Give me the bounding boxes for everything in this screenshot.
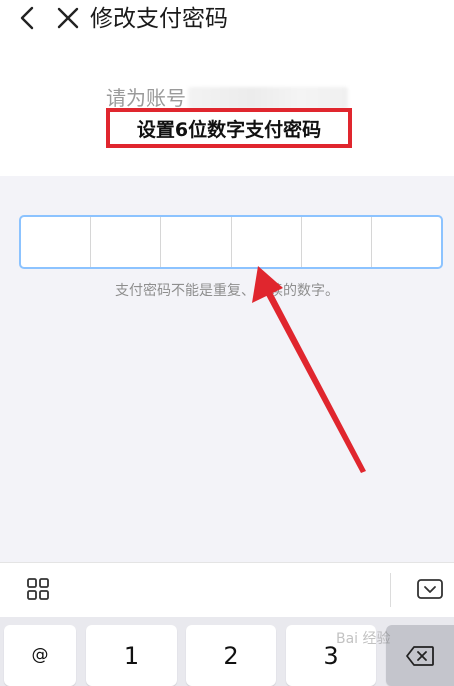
header-bar: 修改支付密码 [0, 0, 454, 40]
key-1[interactable]: 1 [86, 625, 177, 686]
chevron-down-box-icon [417, 579, 443, 599]
pin-input[interactable] [19, 215, 443, 269]
highlight-annotation: 设置6位数字支付密码 [106, 108, 352, 148]
pin-digit-cell[interactable] [232, 217, 302, 267]
pin-digit-cell[interactable] [302, 217, 372, 267]
grid-icon [27, 578, 49, 600]
page-title: 修改支付密码 [90, 6, 228, 32]
chevron-left-icon [20, 6, 34, 30]
key-2[interactable]: 2 [186, 625, 276, 686]
pin-hint: 支付密码不能是重复、连续的数字。 [115, 283, 339, 299]
backspace-icon [406, 645, 434, 666]
grid-menu-button[interactable] [26, 577, 50, 601]
pin-digit-cell[interactable] [372, 217, 441, 267]
close-icon [57, 7, 79, 29]
close-button[interactable] [54, 4, 82, 32]
toolbar-divider [390, 573, 391, 607]
back-button[interactable] [14, 4, 42, 32]
keyboard: @ 1 2 3 [0, 617, 454, 686]
pin-digit-cell[interactable] [161, 217, 232, 267]
instruction-text: 设置6位数字支付密码 [136, 118, 322, 141]
keyboard-toolbar [0, 562, 454, 618]
pin-digit-cell[interactable] [91, 217, 162, 267]
key-at[interactable]: @ [4, 625, 76, 686]
pin-digit-cell[interactable] [21, 217, 92, 267]
key-3[interactable]: 3 [286, 625, 376, 686]
hide-keyboard-button[interactable] [416, 577, 444, 601]
account-value-blurred [188, 87, 348, 109]
delete-key[interactable] [386, 625, 454, 686]
